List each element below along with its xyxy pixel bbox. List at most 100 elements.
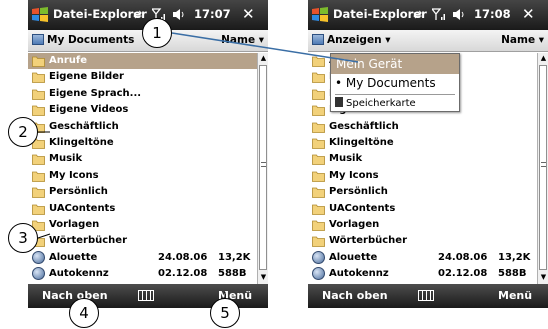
scroll-thumb[interactable] <box>539 65 547 270</box>
folder-icon <box>32 72 45 84</box>
item-size: 13,2K <box>218 251 251 263</box>
vertical-scrollbar[interactable]: ▲ ▼ <box>257 53 268 284</box>
folder-icon <box>312 220 325 231</box>
windows-start-icon[interactable] <box>311 6 329 24</box>
list-item[interactable]: Musik <box>28 151 257 167</box>
list-item[interactable]: My Icons <box>28 168 257 184</box>
list-item[interactable]: Eigene Sprach... <box>28 86 257 102</box>
menu-item-my-device[interactable]: Mein Gerät <box>331 54 459 74</box>
sort-selector[interactable]: Name ▾ <box>221 34 264 46</box>
item-name: Geschäftlich <box>329 120 399 132</box>
list-item[interactable]: Eigene Videos <box>28 102 257 118</box>
menu-item-my-documents[interactable]: • My Documents <box>331 75 459 93</box>
item-name: Geschäftlich <box>49 120 119 132</box>
folder-icon <box>32 204 45 215</box>
item-name: My Icons <box>49 169 99 181</box>
signal-icon[interactable] <box>432 8 446 21</box>
list-item[interactable]: Musik <box>308 151 537 167</box>
clock[interactable]: 17:07 <box>194 7 231 21</box>
folder-dropdown-menu: Mein Gerät • My Documents Speicherkarte <box>330 53 460 112</box>
sync-icon[interactable]: ⇄ <box>413 8 422 22</box>
callout-2: 2 <box>8 117 38 147</box>
item-size: 13,2K <box>498 251 531 263</box>
list-item[interactable]: Persönlich <box>28 184 257 200</box>
list-item[interactable]: Alouette 24.08.06 13,2K <box>308 250 537 266</box>
vertical-scrollbar[interactable]: ▲ ▼ <box>537 53 548 284</box>
list-item[interactable]: UAContents <box>28 201 257 217</box>
list-item[interactable]: Autokennz 02.12.08 588B <box>308 266 537 282</box>
list-item[interactable]: Wörterbücher <box>28 233 257 249</box>
folder-icon <box>32 171 45 182</box>
close-button[interactable]: ✕ <box>242 5 255 23</box>
chevron-down-icon: ▾ <box>258 34 264 46</box>
callout-1: 1 <box>142 18 172 48</box>
list-item[interactable]: Geschäftlich <box>28 119 257 135</box>
list-item[interactable]: Anrufe <box>28 53 257 69</box>
folder-toolbar: Anzeigen ▾ Name ▾ <box>308 30 548 52</box>
list-item[interactable]: Vorlagen <box>28 217 257 233</box>
item-date: 02.12.08 <box>438 268 488 280</box>
globe-icon <box>32 267 45 281</box>
storage-card-label: Speicherkarte <box>346 98 416 109</box>
left-device-screen: Datei-Explorer ⇄ 17:07 ✕ My Documents Na… <box>28 0 268 308</box>
folder-selector[interactable]: My Documents <box>32 34 134 46</box>
folder-icon <box>312 138 325 149</box>
folder-icon <box>32 187 45 199</box>
list-item[interactable]: Wörterbücher <box>308 233 537 249</box>
globe-icon <box>312 267 325 281</box>
softkey-bar: Nach oben Menü <box>308 284 548 308</box>
sync-icon[interactable]: ⇄ <box>133 8 142 22</box>
item-name: Klingeltöne <box>49 137 114 148</box>
sort-selector[interactable]: Name ▾ <box>501 34 544 46</box>
scroll-up-arrow-icon[interactable]: ▲ <box>259 53 268 64</box>
item-name: Autokennz <box>49 268 109 280</box>
folder-icon <box>312 72 325 84</box>
softkey-up-button[interactable]: Nach oben <box>322 289 388 302</box>
item-name: Musik <box>329 153 363 165</box>
folder-icon <box>32 89 45 100</box>
softkey-menu-button[interactable]: Menü <box>498 289 532 302</box>
speaker-icon[interactable] <box>452 8 466 21</box>
view-selector[interactable]: Anzeigen ▾ <box>312 34 390 46</box>
folder-view-icon <box>32 34 44 45</box>
list-item[interactable]: UAContents <box>308 201 537 217</box>
item-name: Eigene Sprach... <box>49 87 142 99</box>
list-item[interactable]: My Icons <box>308 168 537 184</box>
item-name: Wörterbücher <box>49 235 128 247</box>
keyboard-icon[interactable] <box>418 290 434 301</box>
list-item[interactable]: Geschäftlich <box>308 119 537 135</box>
menu-item-storage-card[interactable]: Speicherkarte <box>331 96 459 112</box>
clock[interactable]: 17:08 <box>474 7 511 21</box>
list-item[interactable]: Vorlagen <box>308 217 537 233</box>
list-item[interactable]: Persönlich <box>308 184 537 200</box>
item-name: Alouette <box>329 251 378 263</box>
list-item[interactable]: Autokennz 02.12.08 588B <box>28 266 257 282</box>
item-name: UAContents <box>329 202 396 214</box>
list-item[interactable]: Eigene Bilder <box>28 69 257 85</box>
scroll-thumb[interactable] <box>259 65 267 270</box>
windows-start-icon[interactable] <box>31 6 49 24</box>
speaker-icon[interactable] <box>172 8 186 21</box>
folder-icon <box>312 236 325 248</box>
grip-icon <box>541 162 546 167</box>
view-selector-label: Anzeigen <box>327 34 382 46</box>
item-name: Persönlich <box>329 186 388 198</box>
folder-icon <box>312 89 325 100</box>
list-item[interactable]: Alouette 24.08.06 13,2K <box>28 250 257 266</box>
list-item[interactable]: Klingeltöne <box>28 135 257 151</box>
list-item[interactable]: Klingeltöne <box>308 135 537 151</box>
keyboard-icon[interactable] <box>138 290 154 301</box>
sort-label: Name <box>501 34 536 46</box>
grip-icon <box>261 162 266 167</box>
item-name: Autokennz <box>329 268 389 280</box>
folder-icon <box>32 105 45 117</box>
folder-icon <box>312 105 325 117</box>
item-date: 02.12.08 <box>158 268 208 280</box>
close-button[interactable]: ✕ <box>522 5 535 23</box>
scroll-down-arrow-icon[interactable]: ▼ <box>259 272 268 283</box>
sort-label: Name <box>221 34 256 46</box>
callout-4: 4 <box>69 298 99 328</box>
scroll-up-arrow-icon[interactable]: ▲ <box>539 53 548 64</box>
scroll-down-arrow-icon[interactable]: ▼ <box>539 272 548 283</box>
globe-icon <box>312 250 325 264</box>
